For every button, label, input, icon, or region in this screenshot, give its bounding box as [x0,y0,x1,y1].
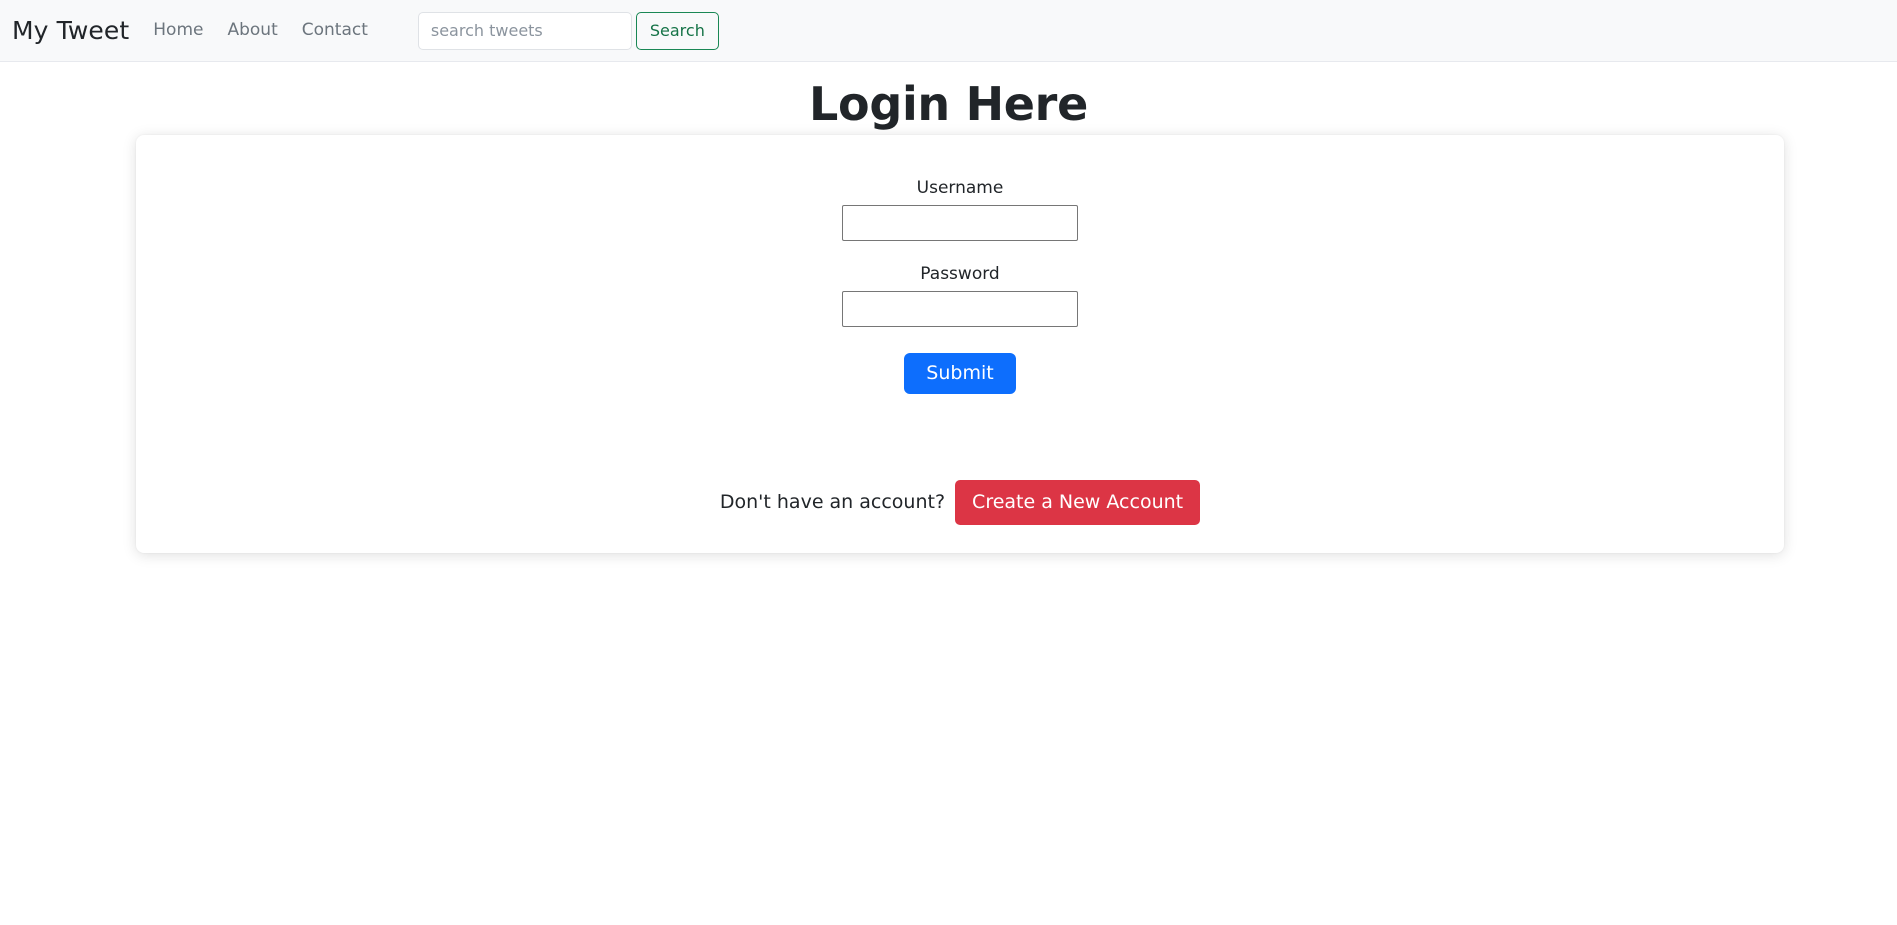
nav-link-about[interactable]: About [227,22,277,39]
search-button[interactable]: Search [635,11,719,50]
create-account-row: Don't have an account? Create a New Acco… [136,480,1784,525]
nav-links: Home About Contact [153,22,368,39]
no-account-prompt: Don't have an account? [719,491,946,513]
search-form: Search [417,11,719,50]
password-label: Password [920,264,1000,285]
login-form: Username Password Submit [136,135,1784,395]
username-field-group: Username [842,177,1078,242]
login-card: Username Password Submit Don't have an a… [136,135,1784,553]
password-input[interactable] [842,291,1078,328]
create-account-button[interactable]: Create a New Account [955,480,1201,525]
top-navbar: My Tweet Home About Contact Search [0,0,1897,62]
username-label: Username [916,178,1004,198]
password-field-group: Password [842,263,1078,328]
search-input[interactable] [417,11,632,50]
page-title: Login Here [809,77,1088,131]
nav-link-home[interactable]: Home [153,22,203,39]
submit-button[interactable]: Submit [904,353,1016,395]
nav-link-contact[interactable]: Contact [302,22,368,39]
brand-logo[interactable]: My Tweet [12,18,129,43]
username-input[interactable] [842,205,1078,242]
